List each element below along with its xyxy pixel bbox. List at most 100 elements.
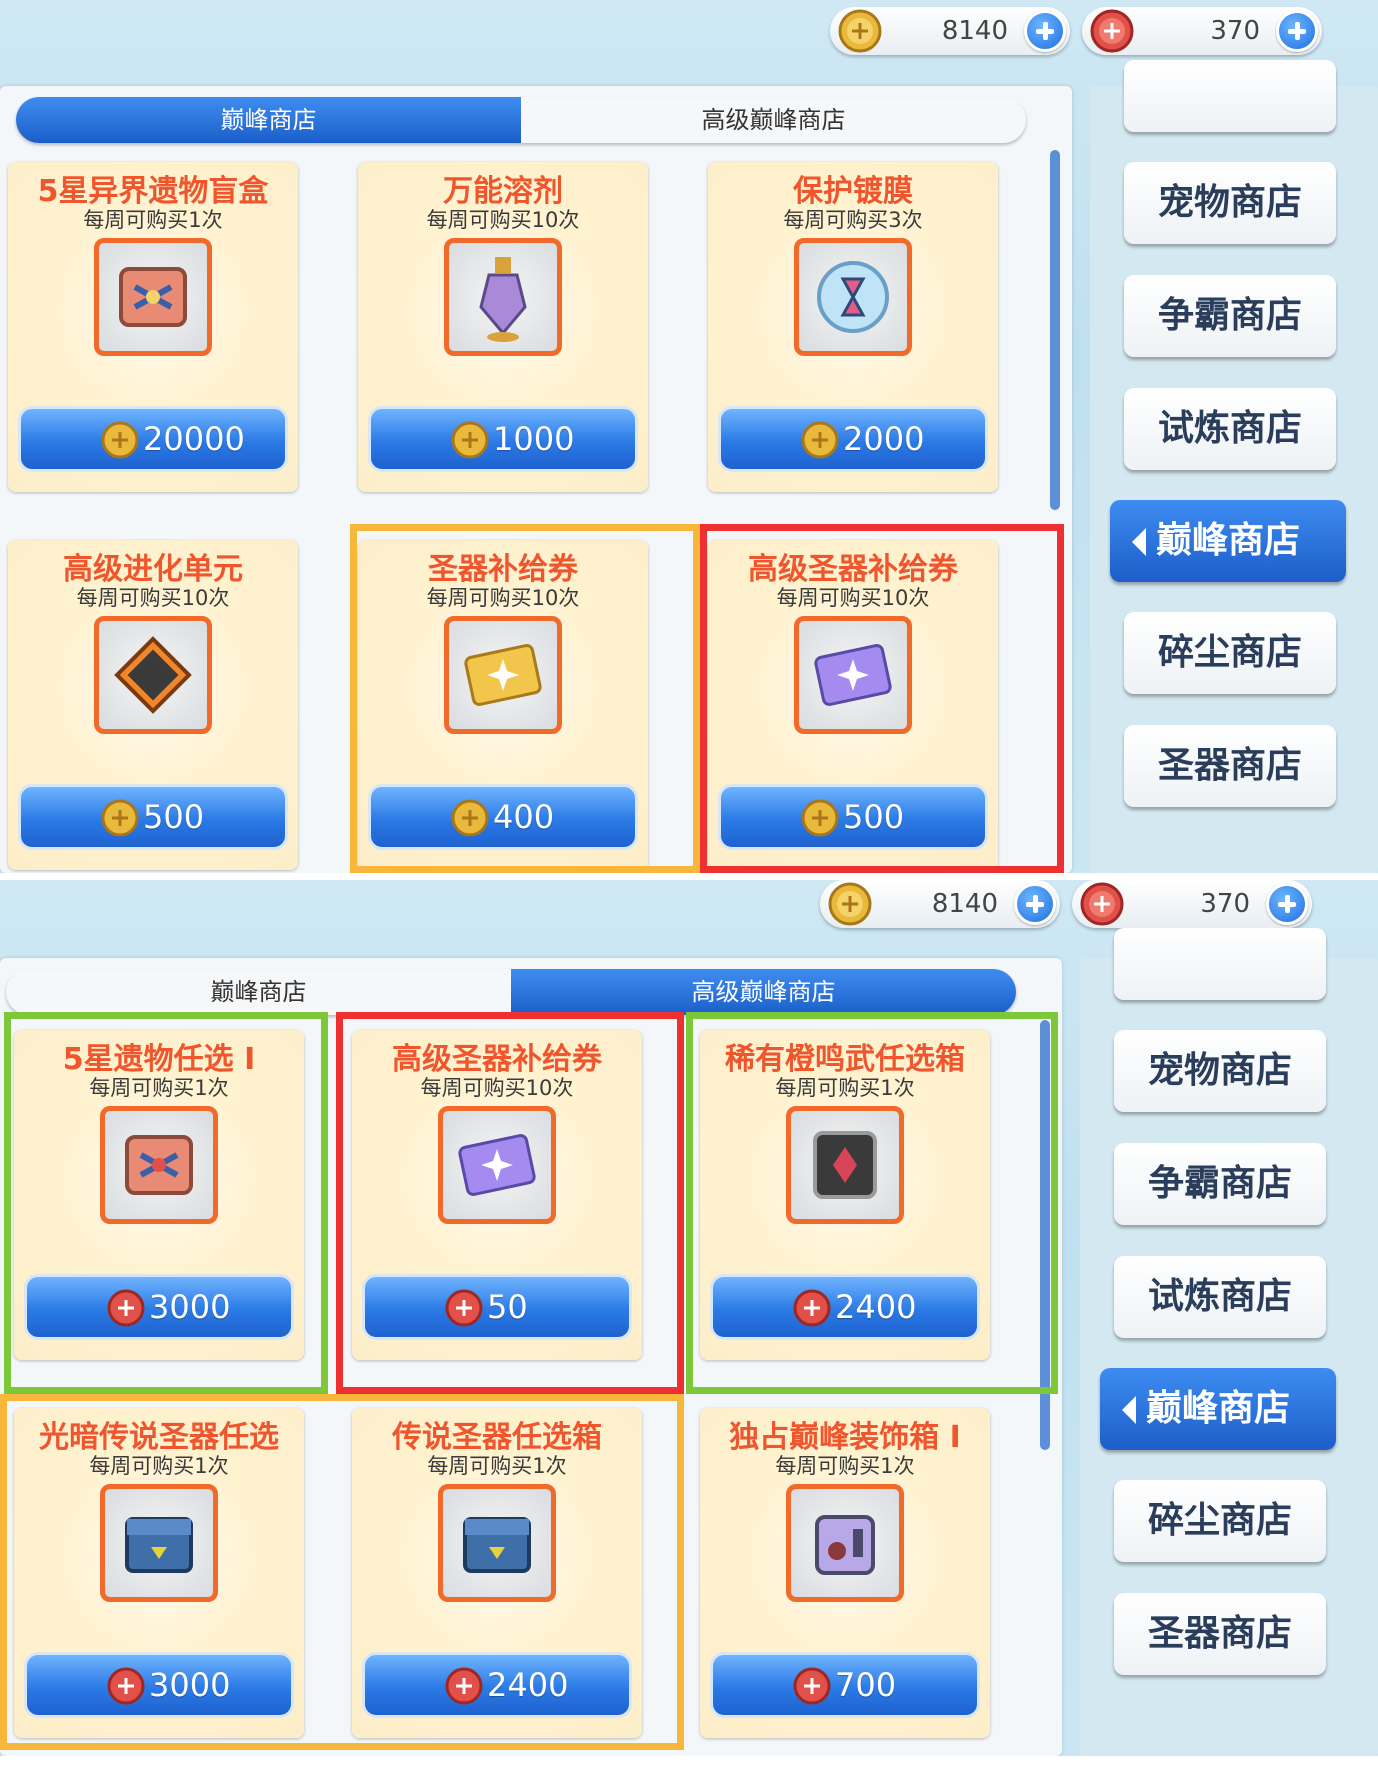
- nav-item-dust-shop[interactable]: 碎尘商店: [1114, 1480, 1326, 1562]
- item-price: 1000: [493, 420, 575, 458]
- nav-item-peak-shop[interactable]: 巅峰商店: [1100, 1368, 1336, 1450]
- shop-item-card[interactable]: 5星异界遗物盲盒 每周可购买1次 20000: [8, 162, 298, 492]
- tab-advanced-peak-shop[interactable]: 高级巅峰商店: [521, 97, 1026, 143]
- nav-item-trial-shop[interactable]: 试炼商店: [1124, 388, 1336, 470]
- shop-item-card[interactable]: 传说圣器任选箱 每周可购买1次 2400: [352, 1408, 642, 1738]
- red-amount: 370: [1200, 889, 1250, 919]
- buy-button[interactable]: 1000: [368, 406, 638, 472]
- item-limit: 每周可购买1次: [775, 1454, 915, 1478]
- shop-item-card[interactable]: 万能溶剂 每周可购买10次 1000: [358, 162, 648, 492]
- relic-box-icon: [100, 1106, 218, 1224]
- gold-amount: 8140: [931, 889, 998, 919]
- nav-item-artifact-shop[interactable]: 圣器商店: [1114, 1593, 1326, 1675]
- crystal-orb-icon: [794, 238, 912, 356]
- blue-chest-icon: [100, 1484, 218, 1602]
- gold-coin-icon: [838, 9, 882, 53]
- buy-button[interactable]: 3000: [24, 1274, 294, 1340]
- item-price: 500: [143, 798, 205, 836]
- evolution-unit-icon: [94, 616, 212, 734]
- shop-item-card[interactable]: 光暗传说圣器任选 每周可购买1次 3000: [14, 1408, 304, 1738]
- item-limit: 每周可购买1次: [89, 1076, 229, 1100]
- red-coin-icon: [445, 1289, 483, 1327]
- list-scrollbar[interactable]: [1040, 1020, 1050, 1450]
- shop-screenshot-bottom: 8140 370 巅峰商店 高级巅峰商店 5星遗物任选 I 每周可购买1次 30…: [0, 880, 1378, 1756]
- item-price: 3000: [149, 1666, 231, 1704]
- item-price: 50: [487, 1288, 528, 1326]
- buy-button[interactable]: 400: [368, 784, 638, 850]
- item-limit: 每周可购买1次: [83, 208, 223, 232]
- nav-label: 巅峰商店: [1145, 1388, 1290, 1429]
- arrow-left-icon: [1122, 1396, 1136, 1424]
- shop-item-card[interactable]: 稀有橙鸣武任选箱 每周可购买1次 2400: [700, 1030, 990, 1360]
- shop-tabs: 巅峰商店 高级巅峰商店: [6, 969, 1016, 1015]
- nav-item-partial[interactable]: [1124, 60, 1336, 132]
- add-gold-button[interactable]: [1024, 10, 1066, 52]
- shop-item-card[interactable]: 圣器补给券 每周可购买10次 400: [358, 540, 648, 870]
- list-scrollbar[interactable]: [1050, 150, 1060, 510]
- gold-coin-icon: [101, 421, 139, 459]
- item-limit: 每周可购买3次: [783, 208, 923, 232]
- buy-button[interactable]: 50: [362, 1274, 632, 1340]
- shop-item-card[interactable]: 独占巅峰装饰箱 I 每周可购买1次 700: [700, 1408, 990, 1738]
- red-coin-icon: [445, 1667, 483, 1705]
- red-coin-icon: [1080, 882, 1124, 926]
- nav-item-trial-shop[interactable]: 试炼商店: [1114, 1256, 1326, 1338]
- shop-item-card[interactable]: 高级圣器补给券 每周可购买10次 50: [352, 1030, 642, 1360]
- item-limit: 每周可购买1次: [427, 1454, 567, 1478]
- shop-item-card[interactable]: 高级圣器补给券 每周可购买10次 500: [708, 540, 998, 870]
- nav-label: 巅峰商店: [1155, 520, 1300, 561]
- add-red-button[interactable]: [1266, 883, 1308, 925]
- tab-peak-shop[interactable]: 巅峰商店: [16, 97, 521, 143]
- purple-ticket-icon: [794, 616, 912, 734]
- buy-button[interactable]: 2400: [710, 1274, 980, 1340]
- buy-button[interactable]: 2400: [362, 1652, 632, 1718]
- item-limit: 每周可购买10次: [426, 586, 580, 610]
- gold-ticket-icon: [444, 616, 562, 734]
- buy-button[interactable]: 2000: [718, 406, 988, 472]
- item-limit: 每周可购买10次: [776, 586, 930, 610]
- item-price: 2400: [487, 1666, 569, 1704]
- tab-advanced-peak-shop[interactable]: 高级巅峰商店: [511, 969, 1016, 1015]
- buy-button[interactable]: 3000: [24, 1652, 294, 1718]
- purple-box-icon: [786, 1484, 904, 1602]
- tab-peak-shop[interactable]: 巅峰商店: [6, 969, 511, 1015]
- item-price: 400: [493, 798, 555, 836]
- arrow-left-icon: [1132, 528, 1146, 556]
- blue-chest-icon: [438, 1484, 556, 1602]
- nav-item-contest-shop[interactable]: 争霸商店: [1114, 1143, 1326, 1225]
- buy-button[interactable]: 500: [718, 784, 988, 850]
- nav-item-contest-shop[interactable]: 争霸商店: [1124, 275, 1336, 357]
- shop-item-card[interactable]: 高级进化单元 每周可购买10次 500: [8, 540, 298, 870]
- relic-box-icon: [94, 238, 212, 356]
- gold-coin-icon: [101, 799, 139, 837]
- nav-item-pet-shop[interactable]: 宠物商店: [1114, 1030, 1326, 1112]
- nav-item-dust-shop[interactable]: 碎尘商店: [1124, 612, 1336, 694]
- red-currency-bar: 370: [1082, 7, 1322, 55]
- nav-item-pet-shop[interactable]: 宠物商店: [1124, 162, 1336, 244]
- shop-item-card[interactable]: 5星遗物任选 I 每周可购买1次 3000: [14, 1030, 304, 1360]
- gold-currency-bar: 8140: [830, 7, 1070, 55]
- red-coin-icon: [107, 1667, 145, 1705]
- item-price: 2000: [843, 420, 925, 458]
- item-limit: 每周可购买10次: [76, 586, 230, 610]
- add-red-button[interactable]: [1276, 10, 1318, 52]
- red-coin-icon: [1090, 9, 1134, 53]
- weapon-box-icon: [786, 1106, 904, 1224]
- nav-item-artifact-shop[interactable]: 圣器商店: [1124, 725, 1336, 807]
- buy-button[interactable]: 500: [18, 784, 288, 850]
- red-coin-icon: [793, 1667, 831, 1705]
- item-price: 2400: [835, 1288, 917, 1326]
- purple-ticket-icon: [438, 1106, 556, 1224]
- nav-item-peak-shop[interactable]: 巅峰商店: [1110, 500, 1346, 582]
- buy-button[interactable]: 20000: [18, 406, 288, 472]
- add-gold-button[interactable]: [1014, 883, 1056, 925]
- gold-amount: 8140: [941, 16, 1008, 46]
- item-price: 500: [843, 798, 905, 836]
- buy-button[interactable]: 700: [710, 1652, 980, 1718]
- gold-coin-icon: [451, 799, 489, 837]
- item-price: 700: [835, 1666, 897, 1704]
- gold-coin-icon: [801, 799, 839, 837]
- shop-item-card[interactable]: 保护镀膜 每周可购买3次 2000: [708, 162, 998, 492]
- nav-item-partial[interactable]: [1114, 928, 1326, 1000]
- shop-tabs: 巅峰商店 高级巅峰商店: [16, 97, 1026, 143]
